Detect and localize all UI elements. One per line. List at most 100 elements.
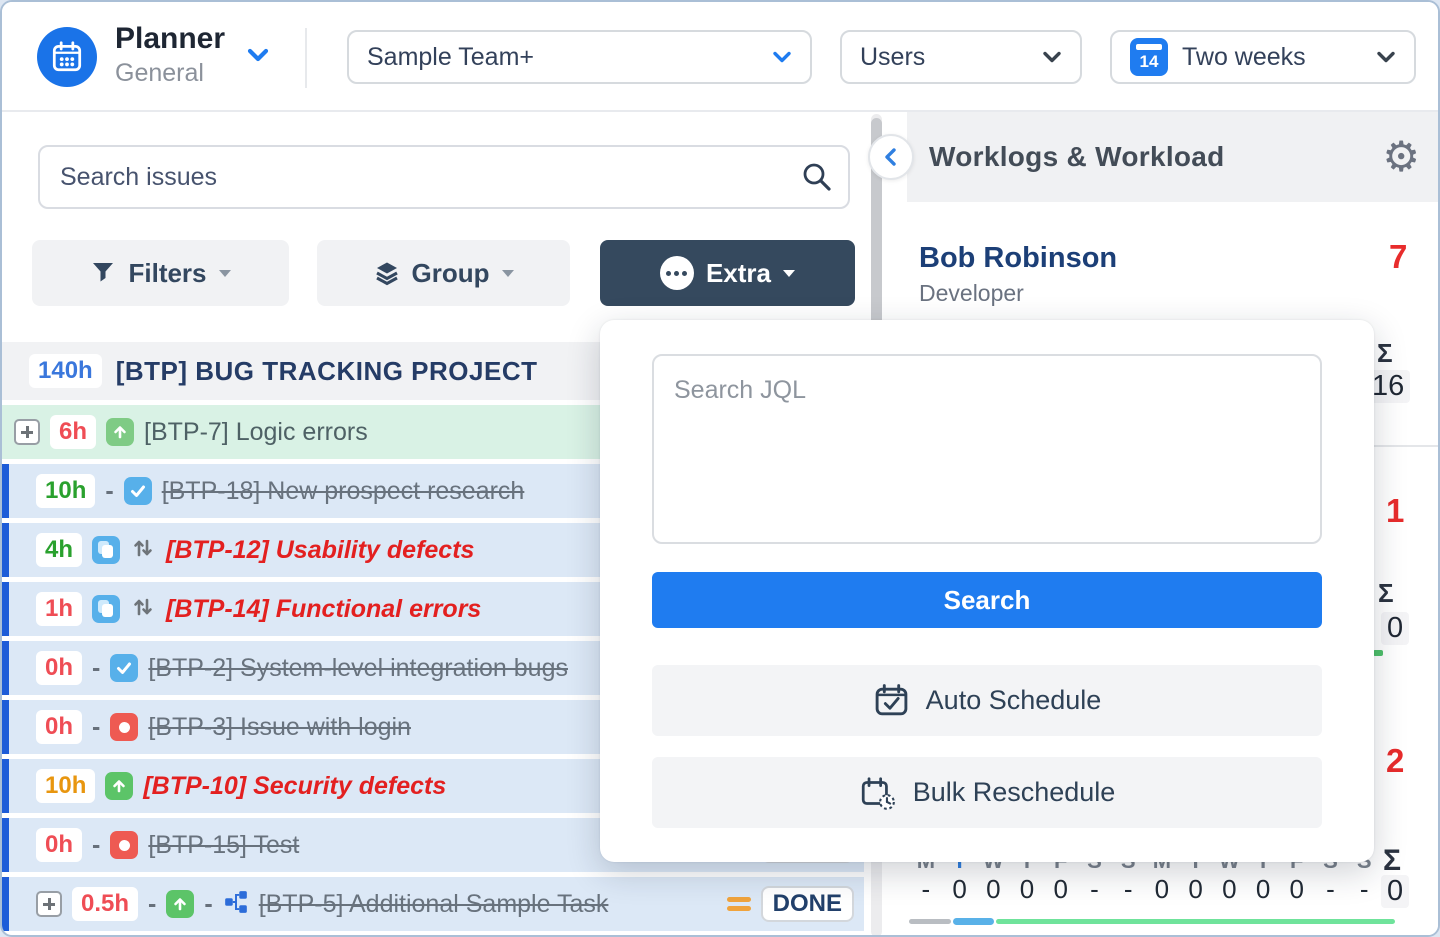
estimate-chip: 1h	[36, 592, 82, 626]
workload-bar-today-segment	[953, 918, 994, 925]
record-status-icon	[110, 713, 138, 741]
calendar-clock-icon	[859, 774, 897, 812]
jql-search-button[interactable]: Search	[652, 572, 1322, 628]
issue-row-btp-5[interactable]: 0.5h - - [BTP-5] Additional Sample Task …	[2, 877, 864, 931]
user-issue-count: 1	[1386, 492, 1404, 530]
caret-down-icon	[219, 270, 231, 277]
workload-value: 0	[1280, 874, 1314, 905]
user-issue-count: 2	[1386, 742, 1404, 780]
chevron-down-icon	[1042, 50, 1062, 64]
issue-label: [BTP-18] New prospect research	[162, 477, 525, 506]
issue-label: [BTP-12] Usability defects	[166, 536, 474, 565]
issue-label: [BTP-15] Test	[148, 831, 299, 860]
workload-value: 0	[976, 874, 1010, 905]
jql-search-input[interactable]	[652, 354, 1322, 544]
status-badge: DONE	[761, 886, 854, 922]
dash-separator: -	[92, 713, 100, 742]
issue-label: [BTP-7] Logic errors	[144, 418, 368, 447]
extra-dropdown-panel: Search Auto Schedule Bulk Reschedule	[600, 320, 1374, 862]
estimate-chip: 10h	[36, 474, 95, 508]
bulk-reschedule-button[interactable]: Bulk Reschedule	[652, 757, 1322, 828]
chevron-down-icon	[772, 50, 792, 64]
group-label: Group	[412, 258, 490, 289]
timeframe-value: Two weeks	[1182, 43, 1306, 72]
estimate-chip: 6h	[50, 415, 96, 449]
timeframe-select[interactable]: 14 Two weeks	[1110, 30, 1416, 84]
workload-value: 0	[1010, 874, 1044, 905]
dash-separator: -	[92, 831, 100, 860]
calendar-icon	[49, 39, 85, 75]
search-issues-box	[38, 145, 850, 209]
search-issues-input[interactable]	[38, 145, 850, 209]
auto-schedule-button[interactable]: Auto Schedule	[652, 665, 1322, 736]
app-menu-chevron-down-icon[interactable]	[245, 46, 271, 69]
row-accent-bar	[2, 818, 9, 872]
workload-bar-green-edge	[1373, 650, 1383, 656]
bulk-reschedule-label: Bulk Reschedule	[913, 777, 1116, 808]
task-pages-icon	[92, 595, 120, 623]
auto-schedule-label: Auto Schedule	[926, 685, 1102, 716]
app-title: Planner	[115, 22, 225, 56]
workload-value: -	[1347, 874, 1381, 905]
done-checkbox-icon[interactable]	[110, 654, 138, 682]
caret-down-icon	[502, 270, 514, 277]
planner-app-window: Planner General Sample Team+ Users 14 Tw…	[0, 0, 1440, 937]
issue-label: [BTP-3] Issue with login	[148, 713, 411, 742]
arrows-up-down-icon	[130, 594, 156, 625]
header-divider	[305, 28, 307, 88]
extra-button[interactable]: Extra	[600, 240, 855, 306]
calendar-day-number: 14	[1140, 52, 1159, 72]
done-checkbox-icon[interactable]	[124, 477, 152, 505]
priority-arrow-up-icon	[106, 418, 134, 446]
expand-icon[interactable]	[36, 891, 62, 917]
row-accent-bar	[2, 700, 9, 754]
workload-value: 0	[1179, 874, 1213, 905]
workload-value: -	[1314, 874, 1348, 905]
user-role: Developer	[919, 280, 1024, 307]
chevron-down-icon	[1376, 50, 1396, 64]
search-icon[interactable]	[800, 160, 834, 199]
workload-bar-future-segment	[996, 919, 1395, 924]
row-accent-bar	[2, 759, 9, 813]
workload-value: 0	[943, 874, 977, 905]
collapse-panel-button[interactable]	[868, 134, 914, 180]
group-button[interactable]: Group	[317, 240, 570, 306]
worklogs-title: Worklogs & Workload	[929, 141, 1225, 173]
expand-icon[interactable]	[14, 419, 40, 445]
task-pages-icon	[92, 536, 120, 564]
workload-value: 0	[1246, 874, 1280, 905]
planner-logo[interactable]	[37, 27, 97, 87]
project-hours-chip: 140h	[29, 354, 102, 388]
layers-icon	[374, 260, 400, 286]
filters-label: Filters	[128, 258, 206, 289]
view-mode-select[interactable]: Users	[840, 30, 1082, 84]
user-name[interactable]: Bob Robinson	[919, 242, 1117, 275]
settings-gear-icon[interactable]: ⚙	[1382, 136, 1420, 178]
estimate-chip: 0h	[36, 651, 82, 685]
workload-value: 0	[1044, 874, 1078, 905]
priority-arrow-up-icon	[166, 890, 194, 918]
estimate-chip: 0h	[36, 710, 82, 744]
issue-label: [BTP-14] Functional errors	[166, 595, 481, 624]
priority-arrow-up-icon	[105, 772, 133, 800]
extra-label: Extra	[706, 258, 771, 289]
ellipsis-icon	[660, 256, 694, 290]
user-issue-count: 7	[1389, 238, 1407, 276]
issue-label: [BTP-10] Security defects	[143, 772, 446, 801]
row-accent-bar	[2, 641, 9, 695]
subtask-tree-icon	[223, 889, 249, 920]
sigma-symbol: Σ	[1378, 578, 1394, 609]
dash-separator: -	[148, 890, 156, 919]
workload-value: -	[1078, 874, 1112, 905]
team-select[interactable]: Sample Team+	[347, 30, 812, 84]
sigma-total: 0	[1381, 612, 1409, 645]
arrows-up-down-icon	[130, 535, 156, 566]
workload-value: 0	[1212, 874, 1246, 905]
priority-medium-icon	[727, 897, 751, 911]
workload-values-row: -0000--00000--	[909, 874, 1381, 905]
filters-button[interactable]: Filters	[32, 240, 289, 306]
calendar-14-icon: 14	[1130, 38, 1168, 76]
row-accent-bar	[2, 464, 9, 518]
chevron-left-icon	[880, 145, 902, 169]
issue-label: [BTP-5] Additional Sample Task	[259, 890, 609, 919]
